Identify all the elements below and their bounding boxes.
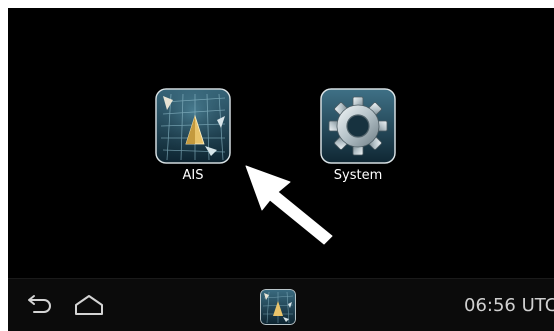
- navigation-bar: 06:56 UTC: [8, 278, 554, 331]
- gear-icon: [320, 88, 396, 164]
- pointer-arrow-icon: [245, 165, 333, 245]
- back-arrow-icon[interactable]: [20, 293, 54, 317]
- home-icon[interactable]: [72, 293, 106, 317]
- nav-ais-app-icon[interactable]: [260, 289, 296, 325]
- app-label-ais: AIS: [182, 168, 204, 183]
- status-clock: 06:56 UTC: [464, 295, 554, 316]
- device-screen: AIS System 06:56 UTC: [8, 8, 554, 331]
- app-ais[interactable]: AIS: [153, 88, 233, 184]
- ais-radar-icon: [155, 88, 231, 164]
